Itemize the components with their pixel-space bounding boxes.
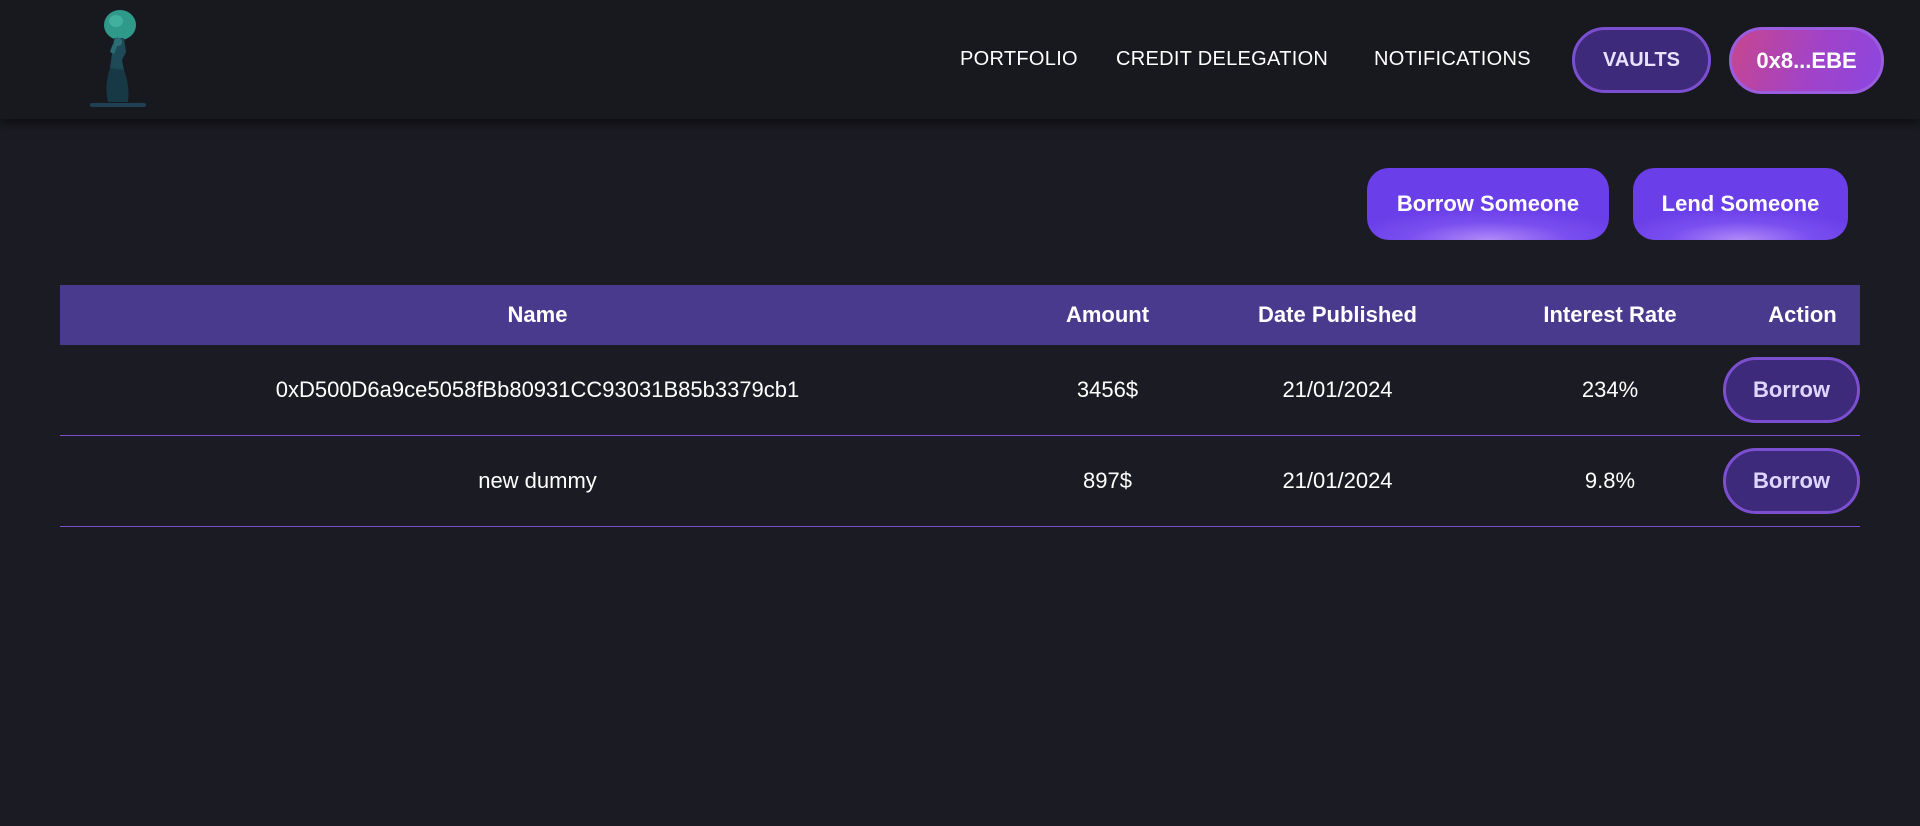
lend-someone-button[interactable]: Lend Someone — [1633, 168, 1848, 240]
cell-interest-rate: 9.8% — [1584, 468, 1636, 493]
nav-link-credit-delegation[interactable]: CREDIT DELEGATION — [1116, 48, 1328, 71]
borrow-button[interactable]: Borrow — [1723, 357, 1860, 423]
cell-amount: 897$ — [1083, 468, 1132, 493]
header-date-published: Date Published — [1258, 302, 1417, 327]
borrow-button[interactable]: Borrow — [1723, 448, 1860, 514]
cell-name: 0xD500D6a9ce5058fBb80931CC93031B85b3379c… — [275, 377, 800, 402]
nav-link-portfolio[interactable]: PORTFOLIO — [960, 48, 1078, 71]
header-name: Name — [507, 302, 568, 327]
table-row: 0xD500D6a9ce5058fBb80931CC93031B85b3379c… — [60, 345, 1860, 436]
table-header: Name Amount Date Published Interest Rate… — [60, 285, 1860, 345]
header-interest-rate: Interest Rate — [1543, 302, 1677, 327]
nav-link-notifications[interactable]: NOTIFICATIONS — [1374, 48, 1531, 71]
vaults-button[interactable]: VAULTS — [1572, 27, 1711, 93]
cell-date: 21/01/2024 — [1282, 377, 1393, 402]
cell-name: new dummy — [478, 468, 597, 493]
table-row: new dummy 897$ 21/01/2024 9.8% Borrow — [60, 436, 1860, 527]
borrow-someone-button[interactable]: Borrow Someone — [1367, 168, 1609, 240]
header-action: Action — [1768, 302, 1837, 327]
top-navbar: PORTFOLIO CREDIT DELEGATION NOTIFICATION… — [0, 0, 1920, 119]
wallet-address-button[interactable]: 0x8...EBE — [1729, 27, 1884, 94]
header-amount: Amount — [1065, 302, 1150, 327]
logo-icon[interactable] — [84, 8, 154, 112]
cell-interest-rate: 234% — [1581, 377, 1639, 402]
cell-date: 21/01/2024 — [1282, 468, 1393, 493]
credit-delegation-table: Name Amount Date Published Interest Rate… — [60, 285, 1860, 527]
cell-amount: 3456$ — [1076, 377, 1139, 402]
